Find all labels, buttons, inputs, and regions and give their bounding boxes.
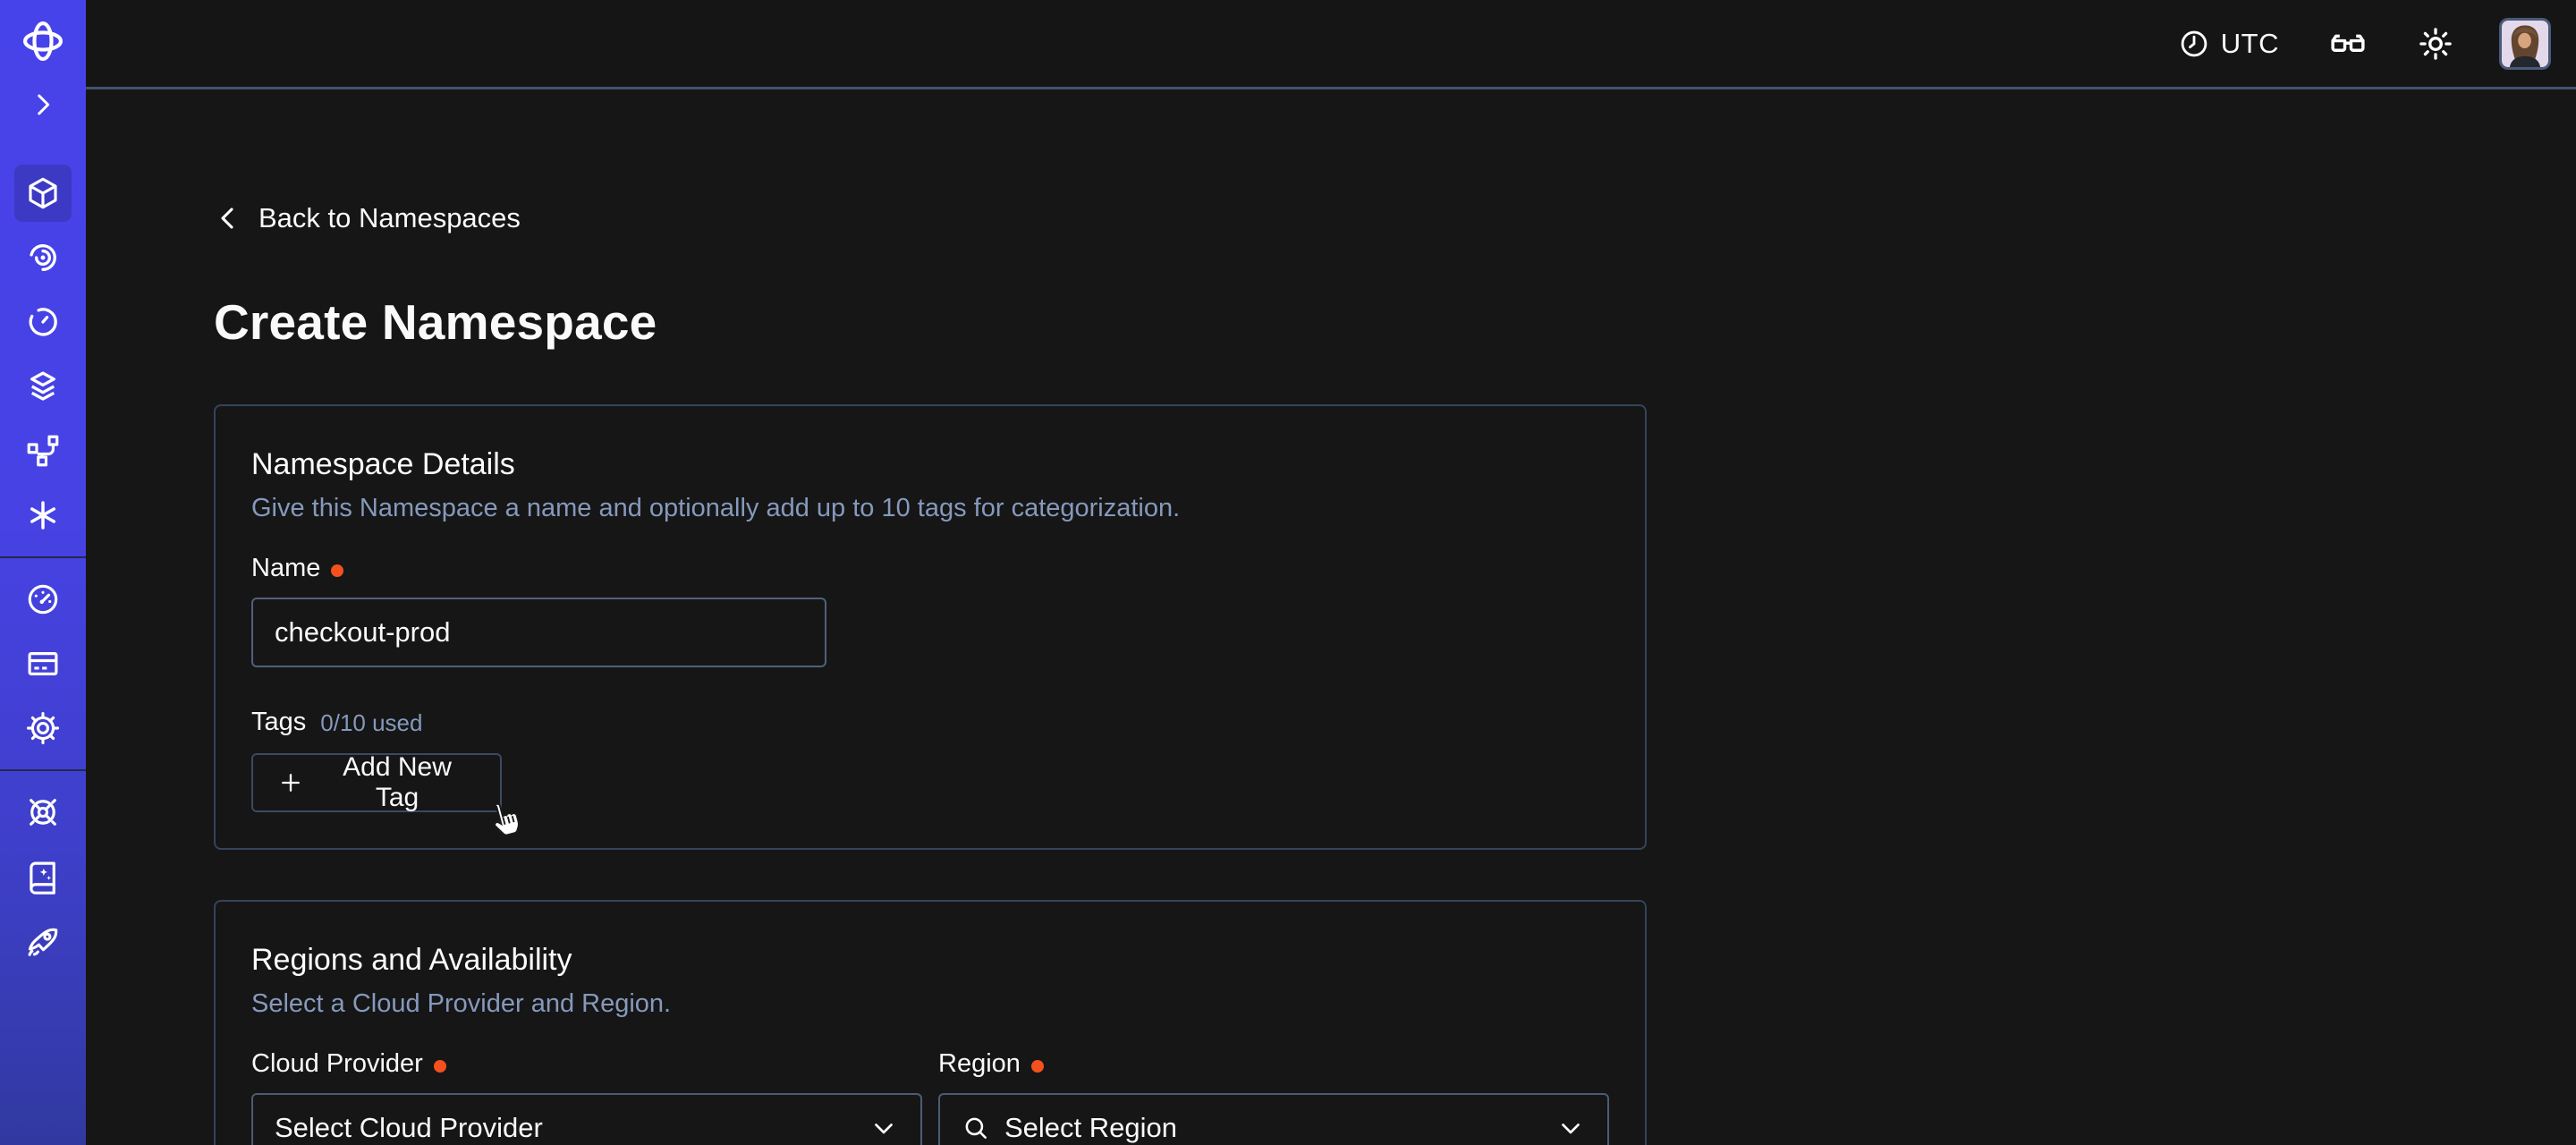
docs-book-icon (24, 858, 62, 895)
billing-card-icon (24, 645, 62, 683)
nexus-asterisk-icon (24, 496, 62, 534)
required-indicator (331, 564, 343, 577)
batch-branch-icon (24, 432, 62, 470)
chevron-left-icon (214, 204, 242, 233)
cloud-provider-label: Cloud Provider (251, 1049, 423, 1079)
namespace-details-card: Namespace Details Give this Namespace a … (214, 404, 1647, 850)
sidebar-item-usage[interactable] (14, 571, 72, 628)
sidebar-item-getting-started[interactable] (14, 912, 72, 970)
regions-card: Regions and Availability Select a Cloud … (214, 900, 1647, 1145)
back-link-label: Back to Namespaces (258, 202, 521, 234)
card-subtitle: Give this Namespace a name and optionall… (251, 494, 1609, 523)
chevron-down-icon (869, 1113, 899, 1143)
cloud-provider-select[interactable]: Select Cloud Provider (251, 1093, 922, 1145)
sidebar-divider (0, 769, 86, 771)
name-field-label: Name (251, 554, 320, 583)
schedules-timer-icon (24, 303, 62, 341)
sidebar-item-namespaces[interactable] (14, 165, 72, 222)
card-title: Regions and Availability (251, 943, 1609, 978)
add-new-tag-button[interactable]: Add New Tag (251, 753, 502, 812)
required-indicator (434, 1060, 446, 1073)
sidebar-item-billing[interactable] (14, 635, 72, 692)
sidebar-item-workflows[interactable] (14, 229, 72, 286)
page-title: Create Namespace (214, 293, 2576, 351)
sidebar-item-support[interactable] (14, 784, 72, 841)
sidebar-item-batch-operations[interactable] (14, 422, 72, 479)
glasses-icon[interactable] (2327, 23, 2368, 64)
main-content: Back to Namespaces Create Namespace Name… (86, 92, 2576, 1145)
search-icon (962, 1114, 990, 1142)
sidebar-item-deployments[interactable] (14, 358, 72, 415)
required-indicator (1031, 1060, 1044, 1073)
timezone-selector[interactable]: UTC (2178, 28, 2279, 60)
clock-icon (2178, 28, 2210, 60)
theme-sun-icon[interactable] (2417, 25, 2454, 63)
region-select[interactable]: Select Region (938, 1093, 1609, 1145)
sidebar (0, 0, 86, 1145)
namespace-name-input[interactable] (251, 598, 826, 667)
card-title: Namespace Details (251, 447, 1609, 482)
back-link[interactable]: Back to Namespaces (214, 202, 521, 234)
chevron-down-icon (1555, 1113, 1586, 1143)
usage-gauge-icon (24, 581, 62, 618)
sidebar-item-nexus[interactable] (14, 487, 72, 544)
sidebar-item-settings[interactable] (14, 700, 72, 757)
topbar: UTC (86, 0, 2576, 89)
sidebar-item-schedules[interactable] (14, 293, 72, 351)
tags-label: Tags (251, 708, 306, 737)
deployments-layers-icon (24, 368, 62, 405)
timezone-label: UTC (2221, 28, 2279, 60)
user-avatar[interactable] (2499, 18, 2551, 70)
getting-started-rocket-icon (24, 922, 62, 960)
add-new-tag-label: Add New Tag (319, 752, 475, 813)
plus-icon (278, 770, 303, 795)
region-placeholder: Select Region (1004, 1112, 1541, 1144)
cloud-provider-placeholder: Select Cloud Provider (275, 1112, 854, 1144)
settings-gear-icon (24, 709, 62, 747)
tags-count: 0/10 used (320, 709, 422, 737)
sidebar-item-docs[interactable] (14, 848, 72, 905)
temporal-logo-icon (20, 18, 66, 64)
card-subtitle: Select a Cloud Provider and Region. (251, 989, 1609, 1019)
sidebar-divider (0, 556, 86, 558)
sidebar-expand-chevron-icon[interactable] (28, 89, 58, 120)
support-wheel-icon (24, 793, 62, 831)
namespaces-cube-icon (24, 174, 62, 212)
workflows-spiral-icon (24, 239, 62, 276)
region-label: Region (938, 1049, 1021, 1079)
